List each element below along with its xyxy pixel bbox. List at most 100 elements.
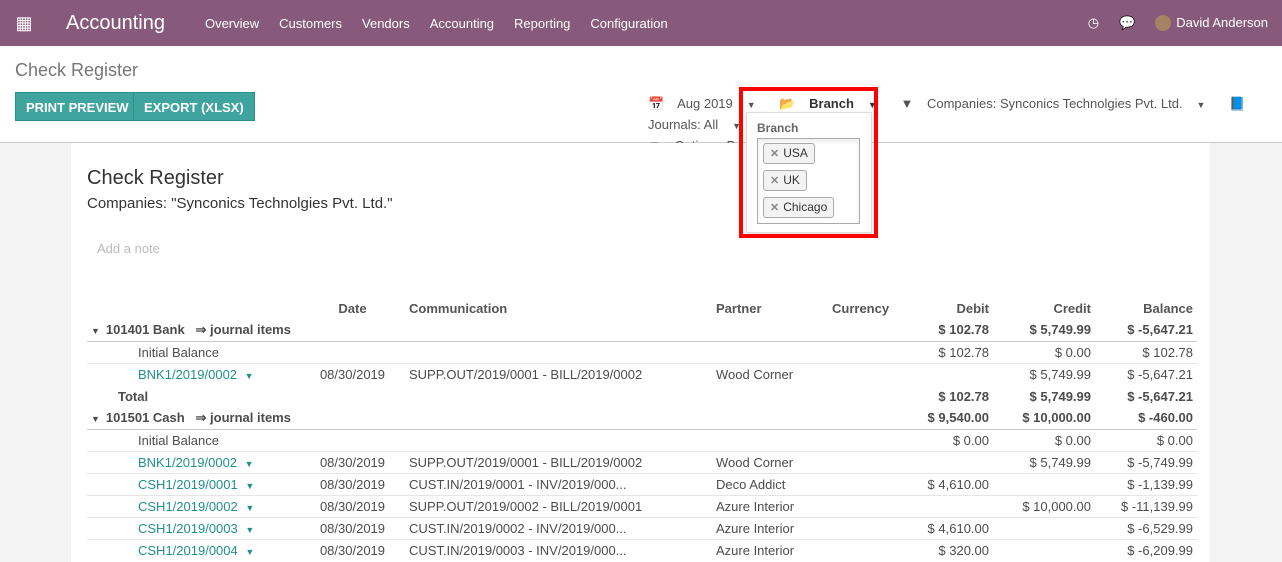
top-navbar: ▦ Accounting Overview Customers Vendors … (0, 0, 1282, 46)
date-cell: 08/30/2019 (300, 538, 405, 561)
entry-link[interactable]: CSH1/2019/0003 (138, 521, 238, 536)
entry-link[interactable]: BNK1/2019/0002 (138, 455, 237, 470)
currency-cell (828, 494, 900, 517)
currency-cell (828, 450, 900, 473)
chat-icon[interactable]: 💬 (1119, 15, 1135, 31)
add-note[interactable]: Add a note (97, 241, 160, 256)
credit-cell (993, 516, 1095, 539)
print-preview-button[interactable]: PRINT PREVIEW (15, 92, 140, 121)
date-cell: 08/30/2019 (300, 362, 405, 385)
menu-overview[interactable]: Overview (195, 16, 269, 31)
date-cell (300, 319, 405, 342)
page-title: Check Register (15, 60, 139, 80)
export-xlsx-button[interactable]: EXPORT (XLSX) (133, 92, 255, 121)
name-cell[interactable]: CSH1/2019/0002 ▼ (87, 494, 300, 517)
apps-grid-icon[interactable]: ▦ (0, 13, 48, 34)
debit-cell: $ 4,610.00 (900, 472, 993, 495)
communication-cell: SUPP.OUT/2019/0002 - BILL/2019/0001 (405, 494, 712, 517)
communication-cell (405, 429, 712, 451)
companies-filter[interactable]: ▼ Companies: Synconics Technolgies Pvt. … (900, 96, 1215, 111)
report-companies: Companies: "Synconics Technolgies Pvt. L… (87, 195, 393, 212)
companies-filter-label: Companies: Synconics Technolgies Pvt. Lt… (926, 96, 1183, 111)
partner-cell: Azure Interior (712, 538, 828, 561)
communication-cell: SUPP.OUT/2019/0001 - BILL/2019/0002 (405, 450, 712, 473)
balance-cell: $ 0.00 (1156, 432, 1193, 448)
partner-cell (712, 429, 828, 451)
user-menu[interactable]: David Anderson (1155, 15, 1268, 32)
menu-customers[interactable]: Customers (269, 16, 352, 31)
name-cell[interactable]: BNK1/2019/0002 ▼ (87, 450, 300, 473)
caret-down-icon[interactable]: ▼ (245, 547, 254, 557)
currency-cell (828, 538, 900, 561)
partner-cell (712, 341, 828, 363)
credit-cell (993, 538, 1095, 561)
partner-cell: Azure Interior (712, 516, 828, 539)
date-cell: 08/30/2019 (300, 472, 405, 495)
debit-cell: $ 4,610.00 (900, 516, 993, 539)
account-name[interactable]: 101501 Cash (106, 410, 185, 425)
communication-cell: SUPP.OUT/2019/0001 - BILL/2019/0002 (405, 362, 712, 385)
column-header: Debit (956, 300, 990, 316)
balance-cell: $ -5,647.21 (1095, 362, 1197, 385)
credit-cell: $ 5,749.99 (993, 450, 1095, 473)
currency-cell (828, 429, 900, 451)
caret-down-icon[interactable]: ▼ (245, 459, 254, 469)
entry-link[interactable]: CSH1/2019/0002 (138, 499, 238, 514)
credit-cell: $ 5,749.99 (993, 319, 1095, 342)
table-row: CSH1/2019/0001 ▼ 08/30/2019 CUST.IN/2019/0… (87, 472, 1197, 495)
account-name[interactable]: 101401 Bank (106, 322, 185, 337)
menu-accounting[interactable]: Accounting (420, 16, 504, 31)
journal-items-link[interactable]: ⇒ journal items (196, 410, 291, 425)
name-cell: Initial Balance (138, 344, 219, 360)
caret-down-icon[interactable]: ▼ (91, 414, 100, 424)
entry-link[interactable]: CSH1/2019/0001 (138, 477, 238, 492)
credit-cell: $ 10,000.00 (993, 494, 1095, 517)
partner-cell: Deco Addict (712, 472, 828, 495)
table-row: Initial Balance $ 0.00 $ 0.00 $ 0.00 (87, 429, 1197, 451)
menu-configuration[interactable]: Configuration (580, 16, 677, 31)
name-cell[interactable]: ▼ 101401 Bank ⇒ journal items (87, 319, 300, 342)
credit-cell: $ 0.00 (1054, 432, 1091, 448)
debit-cell: $ 102.78 (938, 388, 989, 404)
table-row: CSH1/2019/0004 ▼ 08/30/2019 CUST.IN/2019/0… (87, 538, 1197, 561)
caret-down-icon[interactable]: ▼ (245, 503, 254, 513)
partner-cell: Wood Corner (712, 362, 828, 385)
credit-cell: $ 0.00 (1054, 344, 1091, 360)
date-cell (300, 341, 405, 363)
credit-cell: $ 5,749.99 (993, 362, 1095, 385)
entry-link[interactable]: BNK1/2019/0002 (138, 367, 237, 382)
caret-down-icon[interactable]: ▼ (91, 326, 100, 336)
debit-cell (900, 362, 993, 385)
journal-items-link[interactable]: ⇒ journal items (196, 322, 291, 337)
highlight-box (739, 87, 878, 238)
user-name: David Anderson (1176, 14, 1268, 30)
currency-cell (828, 319, 900, 342)
name-cell[interactable]: CSH1/2019/0001 ▼ (87, 472, 300, 495)
communication-cell (405, 319, 712, 342)
communication-cell: CUST.IN/2019/0002 - INV/2019/000... (405, 516, 712, 539)
menu-vendors[interactable]: Vendors (352, 16, 420, 31)
partner-cell (712, 407, 828, 430)
caret-down-icon[interactable]: ▼ (245, 371, 254, 381)
currency-cell (828, 472, 900, 495)
communication-cell: CUST.IN/2019/0003 - INV/2019/000... (405, 538, 712, 561)
balance-cell: $ -460.00 (1095, 407, 1197, 430)
name-cell[interactable]: CSH1/2019/0004 ▼ (87, 538, 300, 561)
caret-down-icon[interactable]: ▼ (245, 481, 254, 491)
name-cell[interactable]: CSH1/2019/0003 ▼ (87, 516, 300, 539)
clock-icon[interactable]: ◷ (1088, 15, 1099, 31)
report-table: Date Communication Partner Currency Debit Cre… (87, 297, 1197, 561)
name-cell[interactable]: BNK1/2019/0002 ▼ (87, 362, 300, 385)
partner-cell: Azure Interior (712, 494, 828, 517)
balance-cell: $ -6,209.99 (1095, 538, 1197, 561)
menu-reporting[interactable]: Reporting (504, 16, 580, 31)
name-cell[interactable]: ▼ 101501 Cash ⇒ journal items (87, 407, 300, 430)
entry-link[interactable]: CSH1/2019/0004 (138, 543, 238, 558)
communication-cell: CUST.IN/2019/0001 - INV/2019/000... (405, 472, 712, 495)
filter-icon: ▼ (900, 96, 914, 111)
partner-cell (712, 385, 828, 407)
caret-down-icon[interactable]: ▼ (245, 525, 254, 535)
column-header: Credit (1053, 300, 1091, 316)
control-panel: Check Register PRINT PREVIEW EXPORT (XLS… (0, 46, 1282, 153)
credit-cell: $ 10,000.00 (993, 407, 1095, 430)
